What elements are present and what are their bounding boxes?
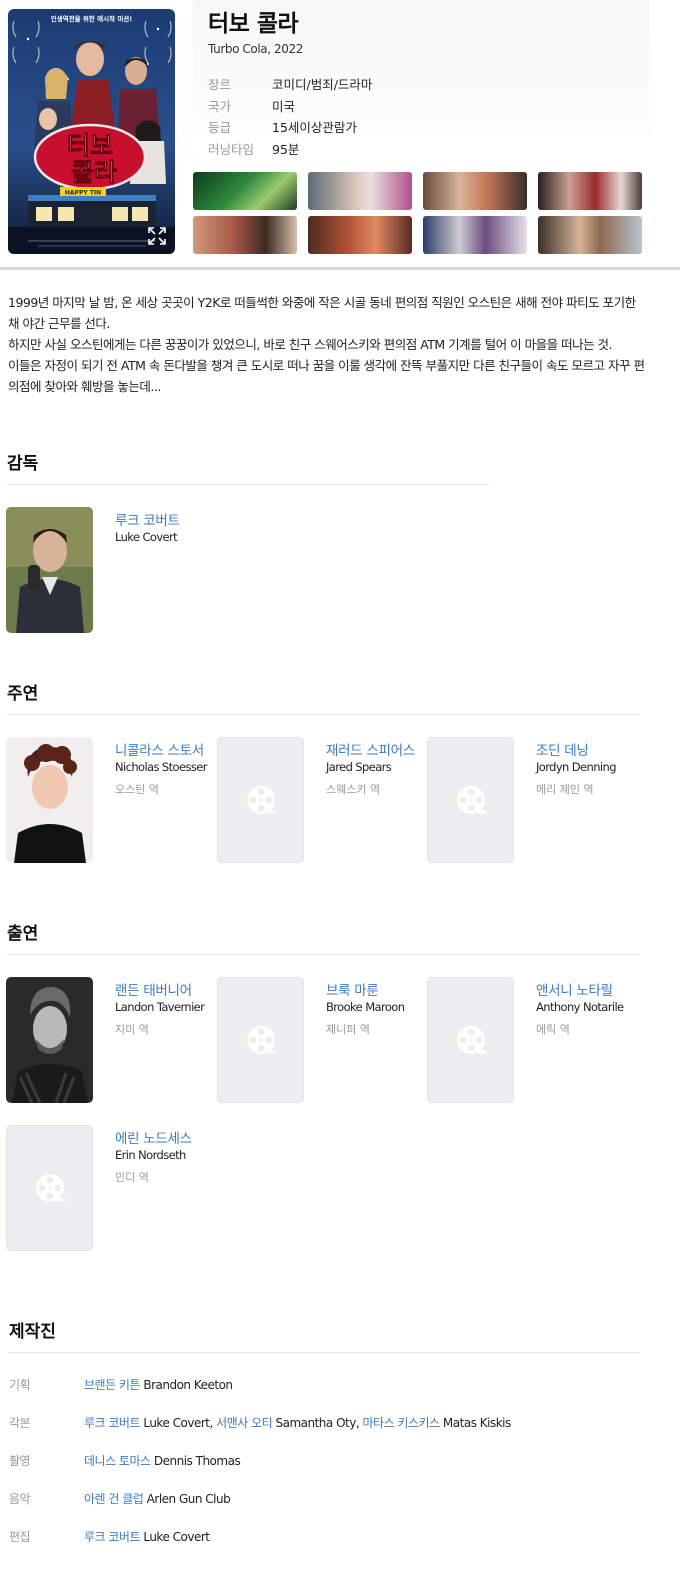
cast-name-kr[interactable]: 니콜라스 스토서 bbox=[115, 739, 204, 759]
director-photo[interactable] bbox=[6, 507, 93, 633]
expand-icon[interactable] bbox=[147, 226, 167, 246]
cast-role: 민디 역 bbox=[115, 1171, 149, 1184]
cast-role: 메리 제인 역 bbox=[536, 783, 594, 796]
cast-name-kr[interactable]: 앤서니 노타릴 bbox=[536, 979, 613, 999]
synopsis: 1999년 마지막 날 밤, 온 세상 곳곳이 Y2K로 떠들썩한 와중에 작은… bbox=[8, 292, 648, 397]
cast-name-kr[interactable]: 브룩 마룬 bbox=[326, 979, 379, 999]
cast-name-en: Jordyn Denning bbox=[536, 760, 617, 774]
cast-photo[interactable] bbox=[6, 737, 93, 863]
info-label: 등급 bbox=[208, 120, 232, 135]
crew-label: 편집 bbox=[9, 1530, 31, 1544]
still-image[interactable] bbox=[193, 172, 297, 210]
info-value: 15세이상관람가 bbox=[272, 120, 357, 135]
movie-header: 터보 콜라 HAPPY TIN 인생역전을 위한 애시작 미션! 터보 콜라 T… bbox=[0, 0, 680, 268]
movie-title: 터보 콜라 bbox=[208, 11, 299, 37]
crew-name-kr[interactable]: 아렌 건 클럽 bbox=[84, 1492, 144, 1506]
film-reel-icon bbox=[246, 786, 276, 814]
cast-role: 제니퍼 역 bbox=[326, 1023, 370, 1036]
cast-photo-placeholder[interactable] bbox=[427, 977, 514, 1103]
still-image[interactable] bbox=[538, 172, 642, 210]
section-divider bbox=[9, 1352, 640, 1353]
cast-name-en: Erin Nordseth bbox=[115, 1148, 186, 1162]
synopsis-paragraph: 이들은 자정이 되기 전 ATM 속 돈다발을 챙겨 큰 도시로 떠나 꿈을 이… bbox=[8, 358, 645, 394]
cast-photo-placeholder[interactable] bbox=[217, 977, 304, 1103]
section-title-crew: 제작진 bbox=[9, 1322, 56, 1342]
crew-name-kr[interactable]: 루크 코버트 bbox=[84, 1530, 141, 1544]
still-image[interactable] bbox=[308, 216, 412, 254]
crew-name-en: Arlen Gun Club bbox=[146, 1492, 231, 1506]
cast-name-en: Brooke Maroon bbox=[326, 1000, 405, 1014]
film-reel-icon bbox=[246, 1026, 276, 1054]
synopsis-paragraph: 1999년 마지막 날 밤, 온 세상 곳곳이 Y2K로 떠들썩한 와중에 작은… bbox=[8, 295, 636, 331]
cast-name-kr[interactable]: 랜든 태버니어 bbox=[115, 979, 192, 999]
svg-text:콜라: 콜라 bbox=[71, 158, 117, 187]
svg-text:터보: 터보 bbox=[67, 131, 113, 160]
cast-name-kr[interactable]: 에린 노드세스 bbox=[115, 1127, 192, 1147]
still-image[interactable] bbox=[538, 216, 642, 254]
info-label: 러닝타임 bbox=[208, 142, 255, 157]
poster-top-text: 인생역전을 위한 애시작 미션! bbox=[50, 15, 133, 23]
crew-label: 음악 bbox=[9, 1492, 31, 1506]
still-image[interactable] bbox=[308, 172, 412, 210]
cast-name-kr[interactable]: 조딘 데닝 bbox=[536, 739, 589, 759]
section-title-director: 감독 bbox=[7, 454, 39, 474]
cast-name-kr[interactable]: 재러드 스피어스 bbox=[326, 739, 415, 759]
poster-artwork: 터보 콜라 HAPPY TIN bbox=[8, 9, 175, 254]
cast-name-en: Nicholas Stoesser bbox=[115, 760, 207, 774]
header-divider bbox=[0, 267, 680, 270]
info-label: 장르 bbox=[208, 77, 232, 92]
movie-original-title-year: Turbo Cola, 2022 bbox=[208, 42, 303, 56]
crew-name-en: Matas Kiskis bbox=[442, 1416, 511, 1430]
synopsis-paragraph: 하지만 사실 오스틴에게는 다른 꿍꿍이가 있었으니, 바로 친구 스웨어스키와… bbox=[8, 337, 613, 352]
section-title-lead-cast: 주연 bbox=[7, 684, 39, 704]
still-image[interactable] bbox=[193, 216, 297, 254]
crew-label: 기획 bbox=[9, 1378, 31, 1392]
cast-photo-placeholder[interactable] bbox=[427, 737, 514, 863]
crew-name-kr[interactable]: 브랜든 키튼 bbox=[84, 1378, 141, 1392]
crew-name-kr[interactable]: 데니스 토마스 bbox=[84, 1454, 151, 1468]
director-name-en: Luke Covert bbox=[115, 530, 178, 544]
section-divider bbox=[7, 484, 489, 485]
director-name-kr[interactable]: 루크 코버트 bbox=[115, 509, 180, 529]
cast-role: 에릭 역 bbox=[536, 1023, 570, 1036]
still-image[interactable] bbox=[423, 216, 527, 254]
crew-name-en: Luke Covert bbox=[143, 1530, 210, 1544]
info-value: 95분 bbox=[272, 142, 300, 157]
cast-name-en: Landon Tavernier bbox=[115, 1000, 205, 1014]
cast-role: 지미 역 bbox=[115, 1023, 149, 1036]
crew-name-en: Dennis Thomas bbox=[153, 1454, 241, 1468]
crew-name-en: Luke Covert, bbox=[143, 1416, 213, 1430]
film-reel-icon bbox=[456, 1026, 486, 1054]
cast-photo-placeholder[interactable] bbox=[217, 737, 304, 863]
info-value: 미국 bbox=[272, 99, 296, 114]
crew-label: 촬영 bbox=[9, 1454, 31, 1468]
cast-role: 스웨스키 역 bbox=[326, 783, 381, 796]
section-divider bbox=[7, 954, 640, 955]
crew-name-kr[interactable]: 서맨사 오티 bbox=[216, 1416, 273, 1430]
crew-name-en: Brandon Keeton bbox=[143, 1378, 233, 1392]
cast-name-en: Jared Spears bbox=[326, 760, 392, 774]
film-reel-icon bbox=[35, 1174, 65, 1202]
film-reel-icon bbox=[456, 786, 486, 814]
info-label: 국가 bbox=[208, 99, 232, 114]
crew-name-kr[interactable]: 루크 코버트 bbox=[84, 1416, 141, 1430]
cast-photo[interactable] bbox=[6, 977, 93, 1103]
section-divider bbox=[7, 714, 640, 715]
section-title-supporting-cast: 출연 bbox=[7, 924, 39, 944]
crew-name-kr[interactable]: 마타스 키스키스 bbox=[362, 1416, 440, 1430]
svg-text:HAPPY TIN: HAPPY TIN bbox=[65, 190, 101, 197]
crew-label: 각본 bbox=[9, 1416, 31, 1430]
info-value: 코미디/범죄/드라마 bbox=[272, 77, 373, 92]
cast-role: 오스틴 역 bbox=[115, 783, 159, 796]
movie-poster[interactable]: 터보 콜라 HAPPY TIN 인생역전을 위한 애시작 미션! bbox=[8, 9, 175, 254]
cast-name-en: Anthony Notarile bbox=[536, 1000, 624, 1014]
crew-name-en: Samantha Oty, bbox=[275, 1416, 360, 1430]
cast-photo-placeholder[interactable] bbox=[6, 1125, 93, 1251]
still-image[interactable] bbox=[423, 172, 527, 210]
